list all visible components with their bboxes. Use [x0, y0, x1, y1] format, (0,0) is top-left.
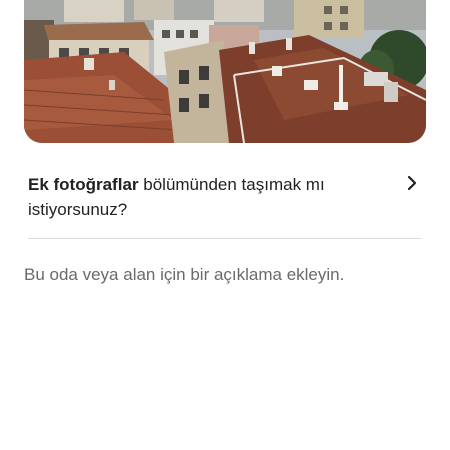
move-prompt-bold: Ek fotoğraflar [28, 175, 139, 194]
rooftops-photo-image [24, 0, 426, 143]
chevron-right-icon[interactable] [404, 174, 420, 192]
photo-detail-page: Ek fotoğraflar bölümünden taşımak mı ist… [0, 0, 450, 450]
move-prompt-text: Ek fotoğraflar bölümünden taşımak mı ist… [28, 172, 378, 222]
move-from-additional-photos-link[interactable]: Ek fotoğraflar bölümünden taşımak mı ist… [28, 172, 422, 224]
room-photo[interactable] [24, 0, 426, 143]
description-field[interactable]: Bu oda veya alan için bir açıklama ekley… [24, 262, 424, 288]
section-divider [28, 238, 422, 239]
